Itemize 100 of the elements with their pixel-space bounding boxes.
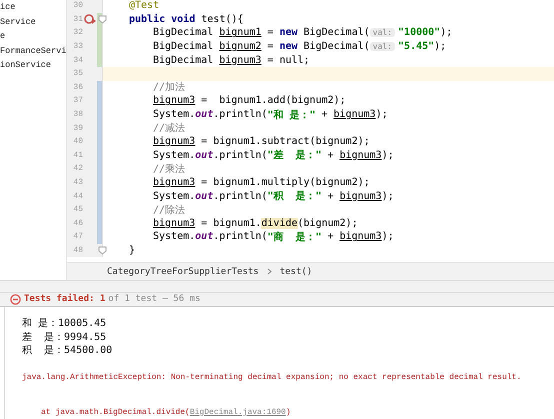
code-text: );: [382, 150, 394, 161]
code-text: +: [320, 109, 329, 120]
code-comment: //除法: [153, 204, 186, 217]
variable-name: bignum3: [334, 109, 376, 120]
variable-name: bignum2: [219, 41, 262, 52]
variable-name: bignum3: [153, 95, 196, 106]
code-text: (bignum2);: [298, 218, 358, 229]
stack-trace-line: at java.math.BigDecimal.divide(: [41, 408, 190, 417]
parameter-hint: val:: [370, 28, 396, 38]
line-number: 33: [72, 42, 83, 52]
code-text: .println(: [213, 150, 268, 161]
test-count-text: of 1 test – 56 ms: [108, 294, 200, 304]
variable-name: bignum3: [153, 177, 196, 188]
code-text: = null;: [266, 54, 310, 66]
code-text: BigDecimal(: [302, 41, 370, 52]
line-number: 36: [72, 82, 83, 92]
field-name: out: [195, 231, 214, 242]
field-name: out: [195, 190, 214, 202]
line-number: 30: [72, 1, 83, 10]
code-text: );: [440, 27, 452, 38]
line-number: 48: [72, 246, 83, 255]
code-comment: //减法: [153, 122, 186, 136]
code-text: +: [326, 150, 335, 161]
code-text: =: [266, 41, 274, 52]
line-number: 41: [72, 150, 83, 160]
console-line: 和 是：10005.45: [22, 316, 106, 330]
code-text: .println(: [213, 231, 268, 242]
run-test-icon[interactable]: [84, 14, 96, 25]
code-text: BigDecimal(: [302, 27, 370, 38]
breadcrumb-item[interactable]: CategoryTreeForSupplierTests: [107, 266, 259, 276]
code-text: BigDecimal: [153, 54, 214, 66]
code-text: );: [376, 109, 388, 120]
line-number: 37: [72, 96, 83, 106]
fold-icon[interactable]: [98, 14, 107, 24]
field-name: out: [195, 150, 214, 161]
project-tree-item[interactable]: ionService: [0, 58, 66, 73]
stack-trace-end: ): [286, 408, 291, 417]
code-text: System.: [153, 150, 196, 161]
line-number: 34: [72, 56, 83, 65]
variable-name: bignum3: [153, 136, 196, 148]
code-text: test(){: [200, 14, 244, 25]
variable-name: bignum3: [219, 54, 262, 66]
line-number: 45: [72, 205, 83, 214]
string-literal: "10000": [398, 27, 440, 38]
code-text: = bignum1.add(bignum2);: [200, 95, 346, 106]
code-text: );: [434, 41, 446, 52]
keyword: new: [279, 27, 298, 38]
highlighted-method: divide: [261, 218, 298, 229]
keyword: new: [279, 41, 298, 52]
code-text: BigDecimal: [153, 27, 214, 38]
variable-name: bignum3: [340, 190, 382, 202]
project-tree-item[interactable]: Service: [0, 14, 66, 30]
exception-message: java.lang.ArithmeticException: Non-terminating decimal expansion; no exact representable decimal result.: [22, 372, 522, 382]
line-number: 43: [72, 178, 83, 188]
source-link[interactable]: BigDecimal.java:1690: [190, 408, 286, 417]
variable-name: bignum3: [340, 150, 382, 161]
variable-name: bignum3: [340, 231, 382, 242]
line-number: 38: [72, 110, 83, 120]
project-tree-item[interactable]: FormanceServi: [0, 44, 66, 58]
code-text: = bignum1.subtract(bignum2);: [200, 136, 370, 148]
string-literal: "5.45": [398, 41, 434, 52]
line-number: 35: [72, 69, 83, 78]
line-number: 31: [72, 14, 83, 24]
breadcrumb-item[interactable]: test(): [280, 266, 312, 276]
code-text: System.: [153, 109, 196, 120]
code-text: = bignum1.multiply(bignum2);: [200, 177, 370, 188]
project-tree-item[interactable]: e: [0, 29, 66, 44]
line-number: 40: [72, 137, 83, 146]
string-literal: "差 是：": [267, 148, 322, 162]
code-comment: //加法: [153, 80, 186, 94]
fold-icon[interactable]: [98, 246, 107, 255]
string-literal: "积 是：": [267, 190, 322, 204]
line-number: 44: [72, 192, 83, 201]
test-result-summary: Tests failed: 1: [24, 294, 106, 304]
code-text: BigDecimal: [153, 41, 214, 52]
line-number: 47: [72, 232, 83, 242]
code-text: );: [382, 231, 394, 242]
code-text: System.: [153, 231, 196, 242]
line-number: 46: [72, 218, 83, 228]
code-text: .println(: [213, 190, 268, 202]
string-literal: "商 是：": [267, 230, 322, 244]
code-text: }: [129, 244, 136, 256]
field-name: out: [195, 109, 214, 120]
chevron-icon: [266, 268, 272, 275]
code-text: .println(: [213, 109, 268, 120]
string-literal: "和 是：": [267, 108, 316, 122]
project-tree-item[interactable]: ice: [0, 0, 66, 15]
line-number: 32: [72, 28, 83, 38]
line-number: 39: [72, 124, 83, 133]
code-text: = bignum1.: [200, 218, 262, 229]
console-line: 差 是：9994.55: [22, 330, 106, 344]
variable-name: bignum1: [219, 27, 262, 38]
parameter-hint: val:: [370, 42, 396, 52]
code-text: +: [326, 231, 335, 242]
code-text: +: [326, 190, 335, 202]
code-text: =: [266, 27, 274, 38]
code-text: System.: [153, 190, 196, 202]
line-number: 42: [72, 164, 83, 174]
variable-name: bignum3: [153, 218, 196, 229]
console-line: 积 是：54500.00: [22, 344, 112, 358]
